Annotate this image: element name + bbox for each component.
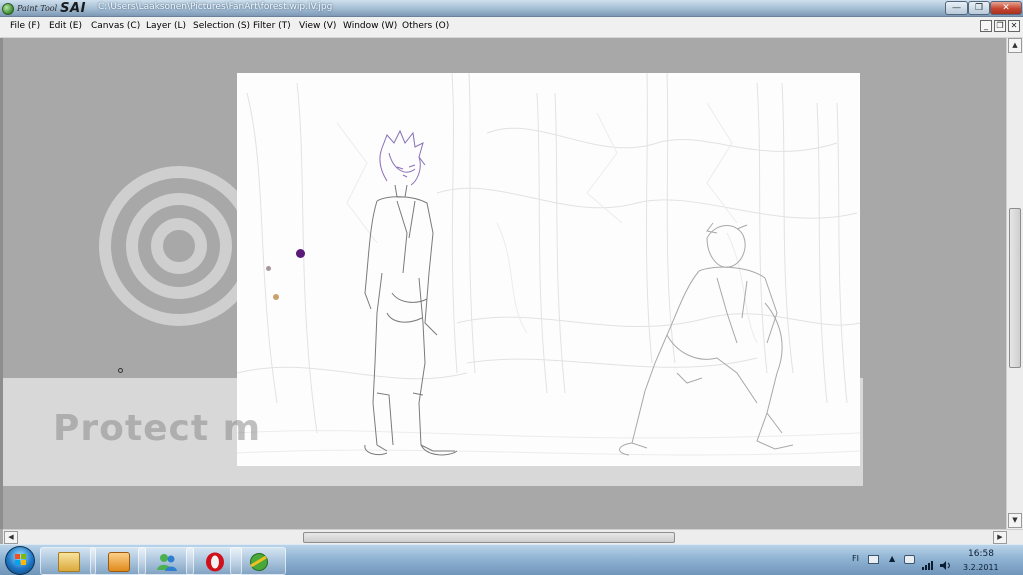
windows-taskbar: FI ▲ 16:58 3.2.2011 xyxy=(0,544,1023,575)
scroll-left-button[interactable]: ◀ xyxy=(4,531,18,544)
menu-view[interactable]: View (V) xyxy=(299,21,336,31)
menu-selection[interactable]: Selection (S) xyxy=(193,21,250,31)
vertical-scrollbar[interactable]: ▲ ▼ xyxy=(1006,38,1023,529)
horizontal-scroll-thumb[interactable] xyxy=(303,532,675,543)
color-dot-tan[interactable] xyxy=(273,294,279,300)
mdi-restore-button[interactable]: ❐ xyxy=(994,20,1006,32)
menu-file[interactable]: File (F) xyxy=(10,21,40,31)
color-dot-purple[interactable] xyxy=(296,249,305,258)
menu-others[interactable]: Others (O) xyxy=(402,21,449,31)
app-name-big: SAI xyxy=(60,1,86,16)
canvas-workspace[interactable]: Protect m xyxy=(3,38,1006,529)
clock-time[interactable]: 16:58 xyxy=(968,549,994,559)
figure-sitting xyxy=(619,222,794,456)
menu-filter[interactable]: Filter (T) xyxy=(253,21,291,31)
removable-drive-icon[interactable] xyxy=(904,555,915,564)
horizontal-scrollbar[interactable]: ◀ ▶ xyxy=(3,529,1023,544)
menu-edit[interactable]: Edit (E) xyxy=(49,21,82,31)
clock-date[interactable]: 3.2.2011 xyxy=(963,563,999,572)
show-hidden-icons-icon[interactable]: ▲ xyxy=(889,554,895,563)
app-name-small: Paint Tool xyxy=(17,4,58,13)
mdi-close-button[interactable]: ✕ xyxy=(1008,20,1020,32)
minimize-button[interactable]: — xyxy=(945,1,968,15)
taskbar-explorer-button[interactable] xyxy=(40,547,96,575)
menu-window[interactable]: Window (W) xyxy=(343,21,397,31)
taskbar-painttool-sai-button[interactable] xyxy=(230,547,286,575)
maximize-button[interactable]: ❐ xyxy=(968,1,990,15)
app-logo: Paint Tool SAI xyxy=(2,1,94,16)
network-signal-icon[interactable] xyxy=(922,555,933,570)
color-dot-grey[interactable] xyxy=(266,266,271,271)
messenger-icon xyxy=(156,552,178,572)
brush-cursor-icon xyxy=(118,368,123,373)
watermark-text: Protect m xyxy=(53,408,262,449)
watermark-ring-inner xyxy=(151,218,207,274)
opera-icon xyxy=(204,552,226,572)
menu-bar: File (F) Edit (E) Canvas (C) Layer (L) S… xyxy=(0,17,1023,38)
painttool-sai-icon xyxy=(248,552,270,572)
sketch-artwork xyxy=(237,73,860,456)
scroll-right-button[interactable]: ▶ xyxy=(993,531,1007,544)
paint-tool-sai-window: Paint Tool SAI C:\Users\Laaksonen\Pictur… xyxy=(0,0,1023,575)
scroll-down-button[interactable]: ▼ xyxy=(1008,513,1022,528)
windows-logo-icon xyxy=(15,554,27,566)
menu-canvas[interactable]: Canvas (C) xyxy=(91,21,140,31)
language-indicator[interactable]: FI xyxy=(852,554,859,563)
media-player-icon xyxy=(108,552,130,572)
keyboard-icon[interactable] xyxy=(868,555,879,564)
drawing-canvas[interactable] xyxy=(237,73,860,466)
start-button[interactable] xyxy=(5,546,35,575)
scroll-up-button[interactable]: ▲ xyxy=(1008,38,1022,53)
sai-logo-icon xyxy=(2,2,14,15)
volume-icon[interactable] xyxy=(940,555,951,570)
title-bar[interactable]: Paint Tool SAI C:\Users\Laaksonen\Pictur… xyxy=(0,0,1023,17)
figure-standing xyxy=(364,129,458,456)
file-path-title: C:\Users\Laaksonen\Pictures\FanArt\fores… xyxy=(98,2,333,12)
mdi-minimize-button[interactable]: _ xyxy=(980,20,992,32)
menu-layer[interactable]: Layer (L) xyxy=(146,21,186,31)
close-button[interactable]: ✕ xyxy=(990,1,1022,15)
folder-icon xyxy=(58,552,80,572)
vertical-scroll-thumb[interactable] xyxy=(1009,208,1021,368)
